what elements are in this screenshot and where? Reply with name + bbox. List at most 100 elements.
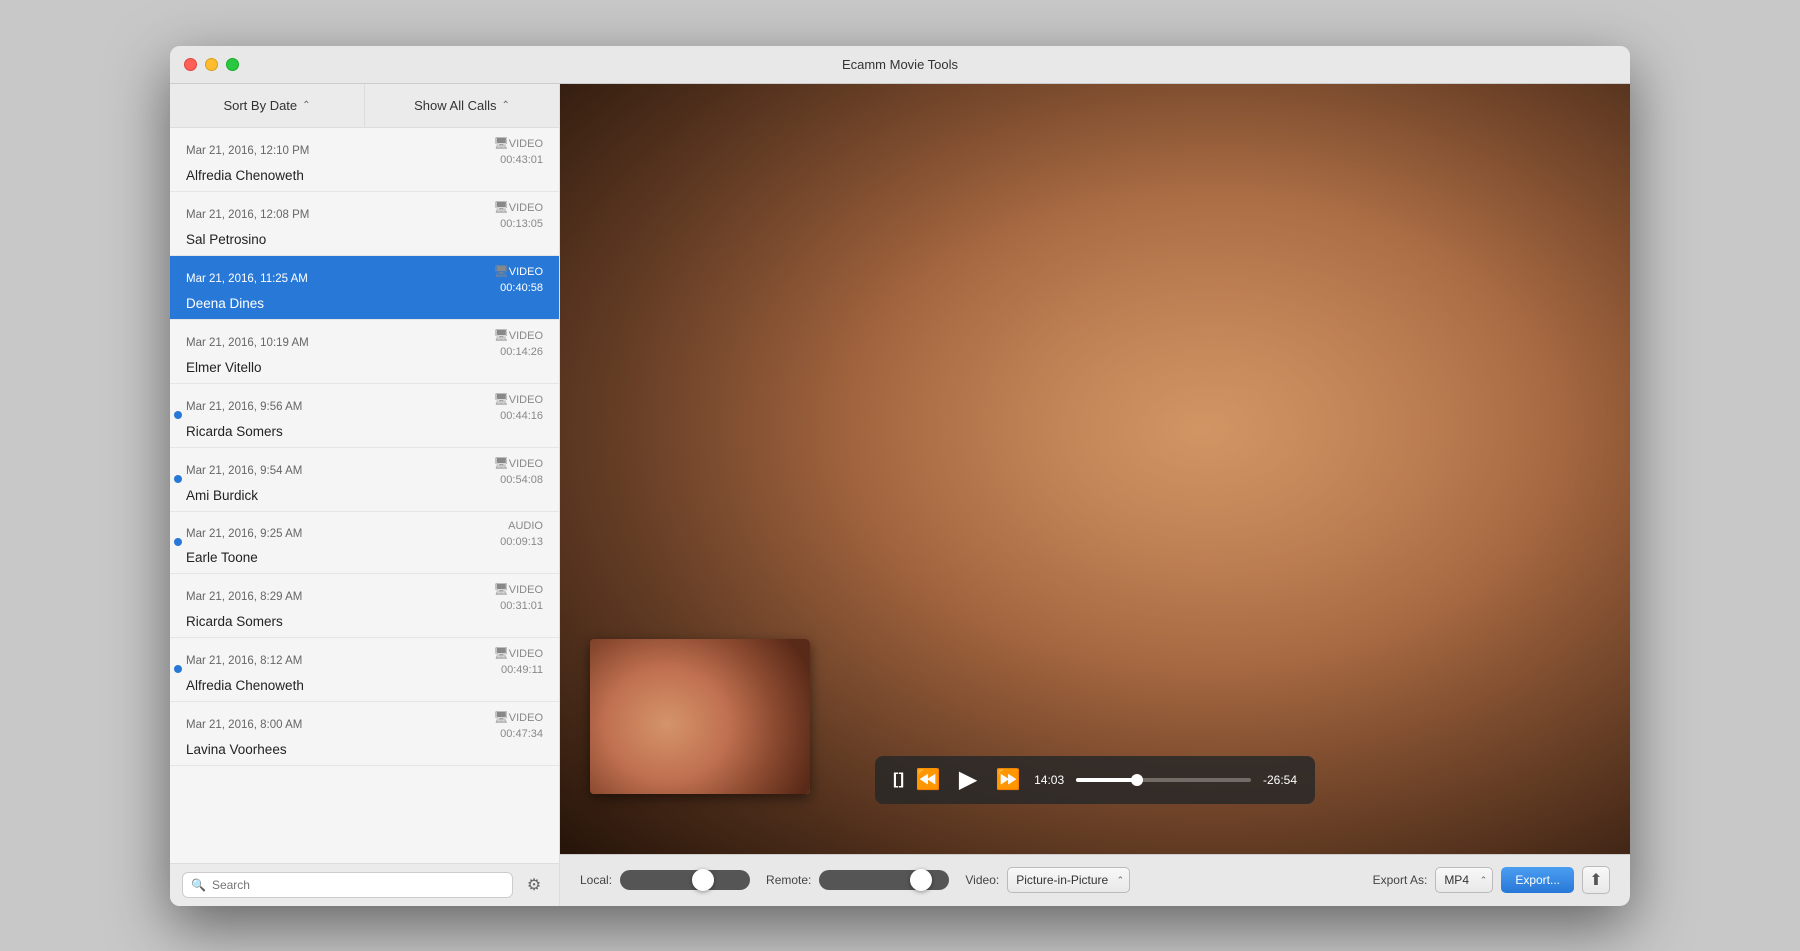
call-date: Mar 21, 2016, 8:29 AM xyxy=(186,591,302,603)
export-button[interactable]: Export... xyxy=(1501,867,1574,893)
call-name: Sal Petrosino xyxy=(186,232,543,247)
search-input[interactable] xyxy=(212,878,504,892)
search-icon: 🔍 xyxy=(191,878,206,892)
call-item-header: Mar 21, 2016, 8:00 AM 🖥 VIDEO 00:47:34 xyxy=(186,710,543,740)
search-box[interactable]: 🔍 xyxy=(182,872,513,898)
call-type: 🖥 VIDEO xyxy=(494,646,543,660)
sidebar-footer: 🔍 ⚙ xyxy=(170,863,559,906)
video-mode-select[interactable]: Picture-in-Picture Side by Side Remote O… xyxy=(1007,867,1130,893)
call-list: Mar 21, 2016, 12:10 PM 🖥 VIDEO 00:43:01 … xyxy=(170,128,559,863)
call-date: Mar 21, 2016, 12:08 PM xyxy=(186,209,309,221)
call-type-duration: 🖥 VIDEO 00:43:01 xyxy=(494,136,543,166)
export-format-select[interactable]: MP4 MOV M4V xyxy=(1435,867,1493,893)
call-type-duration: 🖥 VIDEO 00:13:05 xyxy=(494,200,543,230)
video-type-icon: 🖥 xyxy=(494,582,509,596)
show-all-calls-button[interactable]: Show All Calls ⌃ xyxy=(365,84,559,127)
call-name: Ricarda Somers xyxy=(186,614,543,629)
video-type-icon: 🖥 xyxy=(494,136,509,150)
filter-chevron-icon: ⌃ xyxy=(501,100,509,111)
sidebar: Sort By Date ⌃ Show All Calls ⌃ Mar 21, … xyxy=(170,84,560,906)
call-date: Mar 21, 2016, 9:56 AM xyxy=(186,401,302,413)
call-item[interactable]: Mar 21, 2016, 9:25 AM AUDIO 00:09:13 Ear… xyxy=(170,512,559,574)
unread-dot xyxy=(174,538,182,546)
remote-volume-slider[interactable] xyxy=(819,870,949,890)
main-content: Sort By Date ⌃ Show All Calls ⌃ Mar 21, … xyxy=(170,84,1630,906)
unread-dot xyxy=(174,475,182,483)
export-format-wrapper: MP4 MOV M4V ⌃ xyxy=(1435,867,1493,893)
call-type: 🖥 VIDEO xyxy=(494,392,543,406)
fullscreen-button[interactable] xyxy=(226,58,239,71)
progress-bar[interactable] xyxy=(1076,778,1251,782)
traffic-lights xyxy=(184,58,239,71)
call-type-duration: 🖥 VIDEO 00:49:11 xyxy=(494,646,543,676)
call-date: Mar 21, 2016, 10:19 AM xyxy=(186,337,309,349)
call-name: Lavina Voorhees xyxy=(186,742,543,757)
call-duration: 00:13:05 xyxy=(500,218,543,230)
remote-slider-thumb xyxy=(910,869,932,891)
minimize-button[interactable] xyxy=(205,58,218,71)
call-item[interactable]: Mar 21, 2016, 11:25 AM 🖥 VIDEO 00:40:58 … xyxy=(170,256,559,320)
sort-label: Sort By Date xyxy=(223,98,297,113)
call-item-header: Mar 21, 2016, 9:54 AM 🖥 VIDEO 00:54:08 xyxy=(186,456,543,486)
call-type-duration: 🖥 VIDEO 00:14:26 xyxy=(494,328,543,358)
fast-forward-button[interactable]: ⏩ xyxy=(994,766,1022,794)
call-type-duration: 🖥 VIDEO 00:47:34 xyxy=(494,710,543,740)
call-item[interactable]: Mar 21, 2016, 8:00 AM 🖥 VIDEO 00:47:34 L… xyxy=(170,702,559,766)
call-date: Mar 21, 2016, 9:25 AM xyxy=(186,528,302,540)
play-button[interactable]: ▶ xyxy=(954,766,982,794)
call-date: Mar 21, 2016, 11:25 AM xyxy=(186,273,308,285)
call-item[interactable]: Mar 21, 2016, 12:10 PM 🖥 VIDEO 00:43:01 … xyxy=(170,128,559,192)
call-item-header: Mar 21, 2016, 9:25 AM AUDIO 00:09:13 xyxy=(186,520,543,548)
call-name: Elmer Vitello xyxy=(186,360,543,375)
time-remaining: -26:54 xyxy=(1263,773,1297,787)
call-item[interactable]: Mar 21, 2016, 9:56 AM 🖥 VIDEO 00:44:16 R… xyxy=(170,384,559,448)
share-button[interactable]: ⬆ xyxy=(1582,866,1610,894)
call-date: Mar 21, 2016, 9:54 AM xyxy=(186,465,302,477)
call-type: 🖥 VIDEO xyxy=(494,136,543,150)
call-item-header: Mar 21, 2016, 9:56 AM 🖥 VIDEO 00:44:16 xyxy=(186,392,543,422)
video-main: [ ] ⏪ ▶ ⏩ 14:03 -26:54 xyxy=(560,84,1630,854)
call-item-header: Mar 21, 2016, 11:25 AM 🖥 VIDEO 00:40:58 xyxy=(186,264,543,294)
sort-by-date-button[interactable]: Sort By Date ⌃ xyxy=(170,84,365,127)
call-item[interactable]: Mar 21, 2016, 10:19 AM 🖥 VIDEO 00:14:26 … xyxy=(170,320,559,384)
call-item[interactable]: Mar 21, 2016, 8:29 AM 🖥 VIDEO 00:31:01 R… xyxy=(170,574,559,638)
window-title: Ecamm Movie Tools xyxy=(842,57,958,72)
call-type-duration: 🖥 VIDEO 00:31:01 xyxy=(494,582,543,612)
call-item[interactable]: Mar 21, 2016, 8:12 AM 🖥 VIDEO 00:49:11 A… xyxy=(170,638,559,702)
app-window: Ecamm Movie Tools Sort By Date ⌃ Show Al… xyxy=(170,46,1630,906)
call-duration: 00:44:16 xyxy=(500,410,543,422)
call-name: Ami Burdick xyxy=(186,488,543,503)
close-button[interactable] xyxy=(184,58,197,71)
rewind-button[interactable]: ⏪ xyxy=(914,766,942,794)
call-type: 🖥 VIDEO xyxy=(494,200,543,214)
video-area: [ ] ⏪ ▶ ⏩ 14:03 -26:54 Local: xyxy=(560,84,1630,906)
call-item[interactable]: Mar 21, 2016, 9:54 AM 🖥 VIDEO 00:54:08 A… xyxy=(170,448,559,512)
call-name: Ricarda Somers xyxy=(186,424,543,439)
controls-bar: Local: Remote: Video: Picture-in-Pic xyxy=(560,854,1630,906)
call-date: Mar 21, 2016, 12:10 PM xyxy=(186,145,309,157)
call-item[interactable]: Mar 21, 2016, 12:08 PM 🖥 VIDEO 00:13:05 … xyxy=(170,192,559,256)
local-volume-slider[interactable] xyxy=(620,870,750,890)
video-mode-wrapper: Picture-in-Picture Side by Side Remote O… xyxy=(1007,867,1130,893)
video-type-icon: 🖥 xyxy=(494,392,509,406)
call-duration: 00:40:58 xyxy=(500,282,543,294)
unread-dot xyxy=(174,665,182,673)
video-type-icon: 🖥 xyxy=(494,456,509,470)
local-label: Local: xyxy=(580,873,612,887)
filter-label: Show All Calls xyxy=(414,98,496,113)
export-as-label: Export As: xyxy=(1373,873,1428,887)
video-type-icon: 🖥 xyxy=(494,200,509,214)
remote-volume-group: Remote: xyxy=(766,870,949,890)
titlebar: Ecamm Movie Tools xyxy=(170,46,1630,84)
video-type-icon: 🖥 xyxy=(494,264,509,278)
call-item-header: Mar 21, 2016, 12:08 PM 🖥 VIDEO 00:13:05 xyxy=(186,200,543,230)
settings-button[interactable]: ⚙ xyxy=(521,872,547,898)
call-name: Earle Toone xyxy=(186,550,543,565)
call-type: 🖥 VIDEO xyxy=(494,710,543,724)
call-type-duration: 🖥 VIDEO 00:54:08 xyxy=(494,456,543,486)
progress-thumb xyxy=(1131,774,1143,786)
unread-dot xyxy=(174,411,182,419)
call-item-header: Mar 21, 2016, 10:19 AM 🖥 VIDEO 00:14:26 xyxy=(186,328,543,358)
remote-label: Remote: xyxy=(766,873,811,887)
player-controls: [ ] ⏪ ▶ ⏩ 14:03 -26:54 xyxy=(875,756,1315,804)
